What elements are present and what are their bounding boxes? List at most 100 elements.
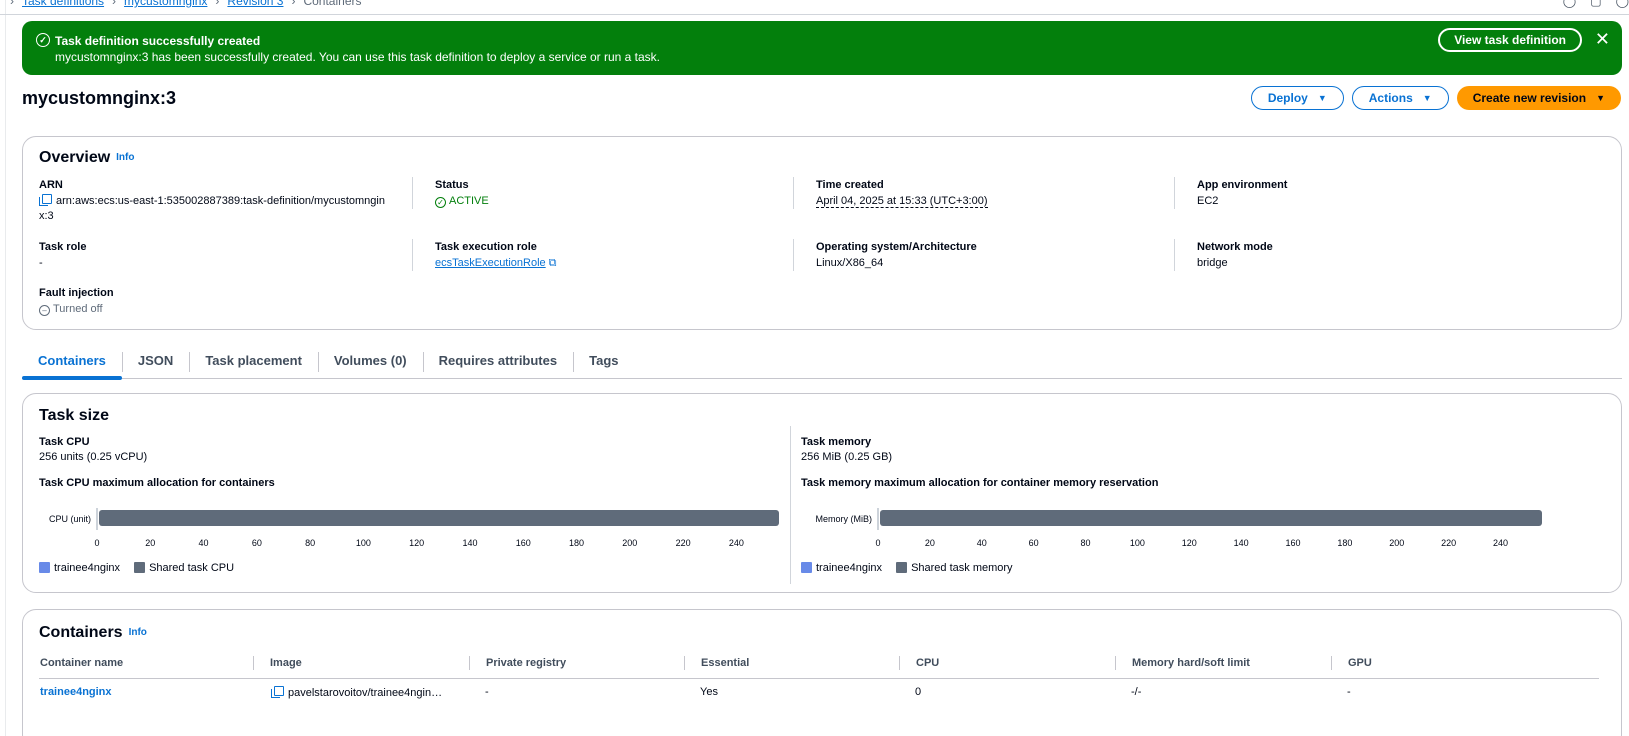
deploy-label: Deploy [1267, 91, 1308, 105]
task-execution-role-label: Task execution role [435, 241, 537, 253]
x-tick-label: 20 [925, 538, 935, 548]
task-role-field: Task role - [39, 241, 409, 271]
column-header[interactable]: Private registry [468, 656, 566, 670]
x-tick-label: 140 [462, 538, 477, 548]
column-header[interactable]: GPU [1331, 656, 1372, 670]
cpu-value: 0 [915, 686, 922, 698]
cpu-chart-legend: trainee4nginx Shared task CPU [39, 562, 234, 574]
divider [1174, 177, 1175, 209]
x-tick-label: 140 [1234, 538, 1249, 548]
legend-item: trainee4nginx [39, 562, 120, 574]
column-header[interactable]: Memory hard/soft limit [1115, 656, 1250, 670]
network-mode-field: Network mode bridge [1197, 241, 1567, 271]
actions-button[interactable]: Actions ▼ [1351, 86, 1449, 110]
caret-down-icon: ▼ [1422, 93, 1432, 103]
overview-info-link[interactable]: Info [116, 152, 134, 163]
task-role-label: Task role [39, 241, 87, 253]
task-execution-role-link[interactable]: ecsTaskExecutionRole [435, 257, 546, 269]
task-cpu-label: Task CPU [39, 436, 90, 448]
time-created-label: Time created [816, 179, 884, 191]
header-actions: Deploy ▼ Actions ▼ Create new revision ▼ [1250, 86, 1621, 110]
x-tick-label: 20 [145, 538, 155, 548]
x-tick-label: 120 [409, 538, 424, 548]
tab-containers[interactable]: Containers [22, 348, 122, 380]
network-mode-label: Network mode [1197, 241, 1273, 253]
legend-label: trainee4nginx [816, 562, 883, 574]
caret-down-icon: ▼ [1596, 93, 1605, 103]
divider [793, 239, 794, 271]
cpu-allocation-chart: CPU (unit) 0 20 40 60 80 100 120 140 160 180 200 220… [49, 508, 779, 548]
external-link-icon[interactable]: ⧉ [549, 256, 557, 271]
column-header[interactable]: Container name [39, 657, 123, 669]
container-name-link[interactable]: trainee4nginx [40, 686, 112, 698]
create-new-revision-button[interactable]: Create new revision ▼ [1456, 86, 1621, 110]
x-tick-label: 40 [977, 538, 987, 548]
help-icon[interactable]: ◯ [1563, 0, 1576, 8]
column-header[interactable]: Essential [683, 656, 749, 670]
containers-info-link[interactable]: Info [129, 627, 147, 638]
tab-requires-attributes[interactable]: Requires attributes [422, 348, 573, 379]
legend-label: Shared task memory [911, 562, 1013, 574]
caret-down-icon: ▼ [1317, 93, 1327, 103]
legend-item: Shared task memory [896, 562, 1013, 574]
tab-task-placement[interactable]: Task placement [189, 348, 318, 379]
legend-swatch [134, 562, 146, 573]
close-icon[interactable]: ✕ [1595, 29, 1610, 49]
copy-icon[interactable] [271, 686, 284, 698]
memory-allocation-chart: Memory (MiB) 0 20 40 60 80 100 120 140 160 180 200 2… [816, 508, 1542, 548]
category-label: CPU (unit) [49, 514, 91, 524]
tab-tags[interactable]: Tags [573, 348, 634, 379]
bar-segment [99, 510, 779, 526]
task-role-value: - [39, 257, 43, 269]
top-divider [0, 14, 1629, 15]
divider [412, 177, 413, 209]
minus-circle-icon: – [39, 305, 50, 316]
table-header: Container name Image Private registry Es… [39, 656, 1599, 679]
breadcrumb-current: Containers [303, 0, 362, 8]
divider [412, 239, 413, 271]
x-tick-label: 60 [1029, 538, 1039, 548]
column-header[interactable]: CPU [898, 656, 939, 670]
success-icon: ✓ [36, 33, 50, 47]
image-value: pavelstarovoitov/trainee4ngin… [288, 687, 443, 699]
task-memory-value: 256 MiB (0.25 GB) [801, 451, 893, 463]
x-tick-label: 0 [94, 538, 99, 548]
copy-icon[interactable] [39, 194, 52, 206]
check-circle-icon: ✓ [435, 197, 446, 208]
tab-json[interactable]: JSON [121, 348, 189, 379]
legend-item: Shared task CPU [134, 562, 234, 574]
page: › Task definitions › mycustomnginx › Rev… [0, 0, 1629, 736]
app-environment-value: EC2 [1197, 195, 1219, 207]
breadcrumb-mycustomnginx[interactable]: mycustomnginx [124, 0, 207, 8]
bar-segment [880, 510, 1542, 526]
containers-title: Containers Info [39, 624, 147, 642]
settings-icon[interactable]: ◯ [1616, 0, 1629, 8]
breadcrumb-task-definitions[interactable]: Task definitions [22, 0, 104, 8]
divider [790, 426, 791, 584]
task-memory-column: Task memory 256 MiB (0.25 GB) Task memor… [801, 436, 1551, 574]
x-tick-label: 160 [1285, 538, 1300, 548]
overview-title-text: Overview [39, 149, 111, 166]
success-flashbar: ✓ Task definition successfully created m… [22, 21, 1622, 75]
fault-injection-value: Turned off [53, 303, 103, 315]
actions-label: Actions [1368, 91, 1413, 105]
network-mode-value: bridge [1197, 257, 1228, 269]
breadcrumb-revision[interactable]: Revision 3 [227, 0, 283, 8]
x-tick-label: 40 [199, 538, 209, 548]
time-created-field: Time created April 04, 2025 at 15:33 (UT… [816, 179, 1186, 209]
view-task-definition-button[interactable]: View task definition [1438, 28, 1582, 52]
gpu-value: - [1347, 686, 1351, 698]
overview-title: Overview Info [39, 149, 134, 167]
column-header[interactable]: Image [253, 656, 302, 670]
x-tick-label: 80 [305, 538, 315, 548]
time-created-value[interactable]: April 04, 2025 at 15:33 (UTC+3:00) [816, 195, 988, 208]
status-field: Status ✓ ACTIVE [435, 179, 805, 209]
containers-card: Containers Info Container name Image Priv… [22, 609, 1622, 736]
deploy-button[interactable]: Deploy ▼ [1250, 86, 1344, 110]
task-size-title: Task size [39, 407, 109, 424]
tab-volumes[interactable]: Volumes (0) [317, 348, 423, 379]
x-tick-label: 180 [569, 538, 584, 548]
window-icon[interactable]: ▢ [1590, 0, 1601, 8]
legend-swatch [896, 562, 908, 573]
legend-label: trainee4nginx [54, 562, 121, 574]
